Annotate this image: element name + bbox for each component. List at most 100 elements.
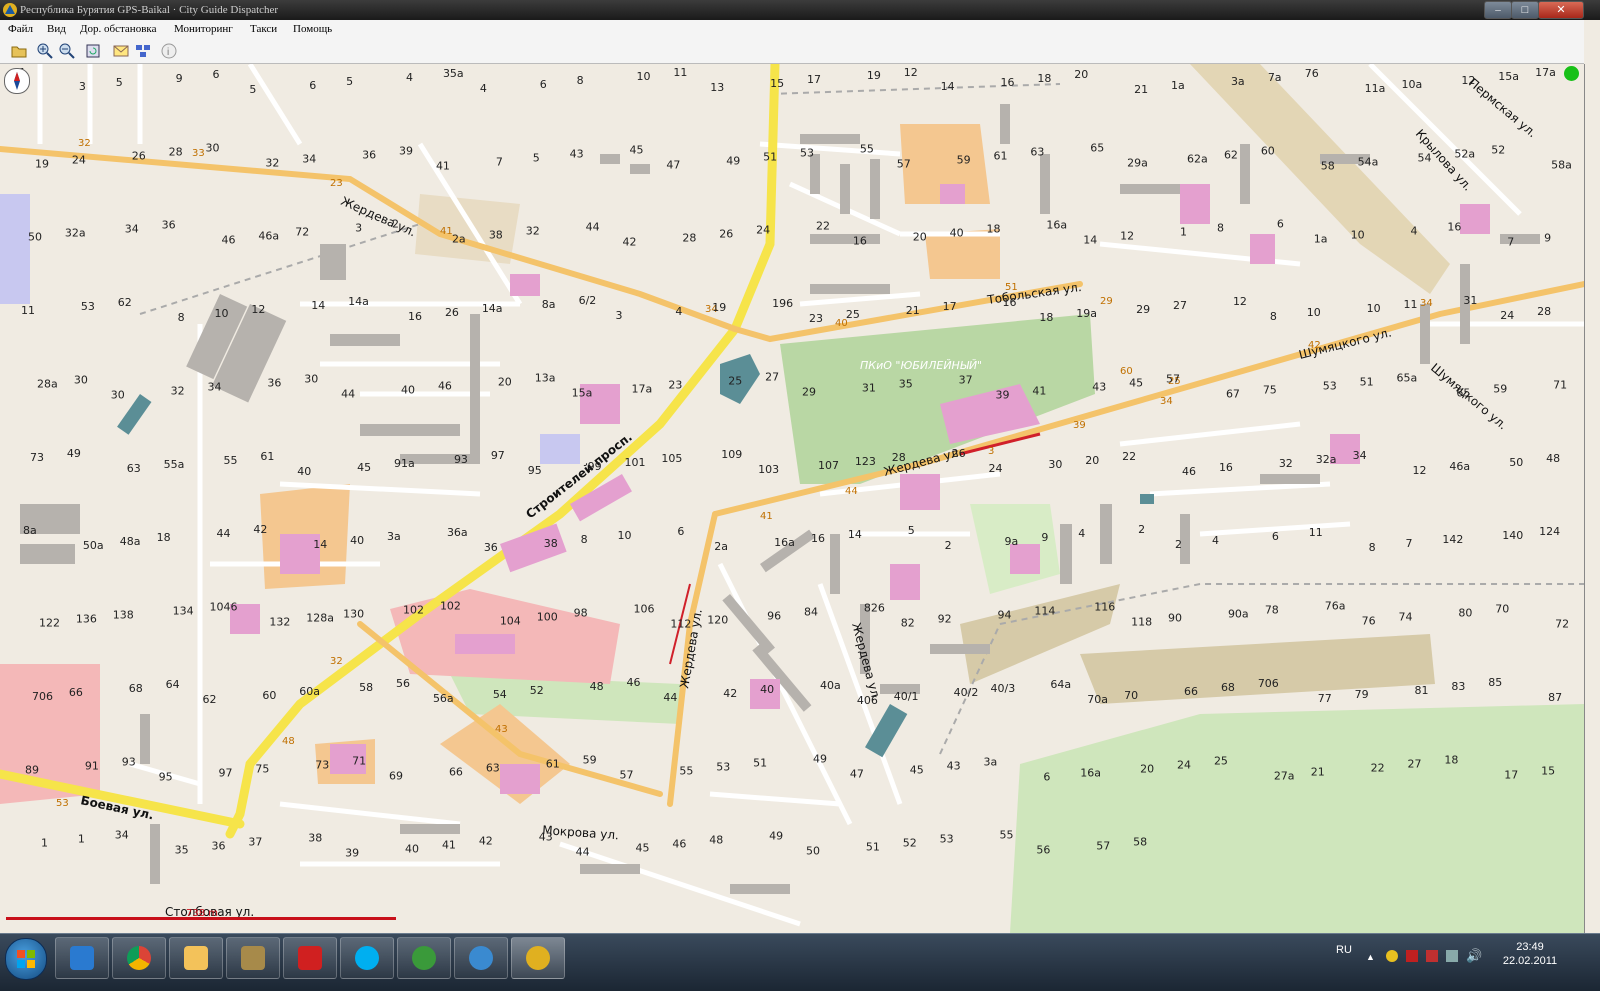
tray-antivirus-icon[interactable] — [1406, 950, 1418, 962]
house-number: 102 — [403, 604, 424, 617]
taskbar-utorrent-button[interactable] — [397, 937, 451, 979]
house-number: 65 — [1456, 386, 1470, 399]
menu-taxi[interactable]: Такси — [250, 23, 277, 35]
tray-volume-icon[interactable]: 🔊 — [1466, 948, 1482, 964]
house-number: 6 — [309, 79, 316, 92]
house-number: 62 — [118, 296, 132, 309]
house-number: 56 — [1036, 844, 1050, 857]
house-number: 36 — [267, 376, 281, 389]
house-number: 53 — [800, 146, 814, 159]
house-number: 57 — [619, 768, 633, 781]
tray-network-icon[interactable] — [1446, 950, 1458, 962]
house-number: 89 — [25, 763, 39, 776]
house-number: 27 — [765, 370, 779, 383]
start-button[interactable] — [5, 938, 47, 980]
house-number: 53 — [81, 300, 95, 313]
house-number: 136 — [76, 613, 97, 626]
house-number: 2а — [452, 233, 466, 246]
zoom-out-icon[interactable] — [58, 42, 76, 60]
house-number: 52 — [530, 684, 544, 697]
house-number: 7 — [1405, 537, 1412, 550]
house-number: 81 — [1414, 684, 1428, 697]
house-number: 38 — [308, 832, 322, 845]
house-number: 55 — [1000, 829, 1014, 842]
house-number: 1046 — [210, 601, 238, 614]
house-number: 85 — [1488, 676, 1502, 689]
taskbar-messenger-button[interactable] — [454, 937, 508, 979]
tray-update-icon[interactable] — [1386, 950, 1398, 962]
menu-help[interactable]: Помощь — [293, 23, 332, 35]
house-number: 9 — [1041, 531, 1048, 544]
taskbar-explorer-button[interactable] — [226, 937, 280, 979]
house-number: 27 — [1407, 757, 1421, 770]
taskbar-mail-button[interactable] — [169, 937, 223, 979]
house-number: 49 — [769, 830, 783, 843]
house-number: 40а — [820, 679, 841, 692]
title-bar: Республика Бурятия GPS-Baikal · City Gui… — [0, 0, 1600, 20]
house-number: 2 — [1138, 523, 1145, 536]
map-canvas[interactable]: Жердева ул. Строителей просп. Тобольская… — [0, 64, 1584, 933]
house-number: 28 — [682, 232, 696, 245]
maximize-button[interactable]: □ — [1511, 1, 1539, 19]
clock[interactable]: 23:49 22.02.2011 — [1490, 940, 1570, 968]
house-number: 10а — [1401, 78, 1422, 91]
menu-view[interactable]: Вид — [47, 23, 66, 35]
house-number: 14 — [941, 80, 955, 93]
compass-icon[interactable] — [4, 68, 30, 94]
house-number: 107 — [818, 459, 839, 472]
svg-text:41: 41 — [760, 511, 773, 522]
house-number: 40 — [950, 227, 964, 240]
house-number: 11 — [1309, 526, 1323, 539]
open-icon[interactable] — [10, 42, 28, 60]
house-number: 76а — [1325, 600, 1346, 613]
house-number: 52 — [1491, 143, 1505, 156]
menu-monitoring[interactable]: Мониторинг — [174, 23, 233, 35]
minimize-button[interactable]: – — [1484, 1, 1512, 19]
language-indicator[interactable]: RU — [1336, 944, 1352, 956]
clock-time: 23:49 — [1516, 941, 1544, 953]
network-icon[interactable] — [134, 42, 152, 60]
house-number: 32 — [1279, 457, 1293, 470]
menu-file[interactable]: Файл — [8, 23, 33, 35]
house-number: 67 — [1226, 387, 1240, 400]
house-number: 56 — [396, 677, 410, 690]
house-number: 34 — [115, 829, 129, 842]
tan-area — [1190, 64, 1450, 294]
house-number: 24 — [72, 153, 86, 166]
taskbar-kaspersky-button[interactable] — [283, 937, 337, 979]
tray-expand-icon[interactable]: ▲ — [1366, 952, 1375, 962]
message-icon[interactable] — [112, 42, 130, 60]
house-number: 56а — [433, 692, 454, 705]
house-number: 50 — [28, 231, 42, 244]
house-number: 94 — [998, 609, 1012, 622]
info-icon[interactable]: i — [160, 42, 178, 60]
svg-text:53: 53 — [56, 798, 69, 809]
house-number: 30 — [206, 141, 220, 154]
house-number: 22 — [816, 220, 830, 233]
house-number: 10 — [617, 529, 631, 542]
zoom-in-icon[interactable] — [36, 42, 54, 60]
taskbar-skype-button[interactable] — [340, 937, 394, 979]
house-number: 20 — [498, 375, 512, 388]
map-view[interactable]: Жердева ул. Строителей просп. Тобольская… — [0, 64, 1585, 933]
house-number: 39 — [345, 847, 359, 860]
taskbar-chrome-button[interactable] — [112, 937, 166, 979]
house-number: 11 — [673, 66, 687, 79]
house-number: 17 — [1504, 768, 1518, 781]
house-number: 45 — [1129, 376, 1143, 389]
house-number: 93 — [454, 453, 468, 466]
refresh-icon[interactable] — [84, 42, 102, 60]
house-number: 42 — [622, 236, 636, 249]
taskbar-navigator-button[interactable] — [511, 937, 565, 979]
navigator-icon — [526, 946, 550, 970]
house-number: 3 — [615, 309, 622, 322]
close-button[interactable]: ✕ — [1538, 1, 1584, 19]
house-number: 53 — [1323, 379, 1337, 392]
menu-traffic[interactable]: Дор. обстановка — [80, 23, 156, 35]
house-number: 16 — [811, 532, 825, 545]
tray-flag-icon[interactable] — [1426, 950, 1438, 962]
house-number: 55 — [224, 454, 238, 467]
house-number: 13а — [535, 371, 556, 384]
house-number: 41 — [1032, 384, 1046, 397]
taskbar-ie-button[interactable] — [55, 937, 109, 979]
